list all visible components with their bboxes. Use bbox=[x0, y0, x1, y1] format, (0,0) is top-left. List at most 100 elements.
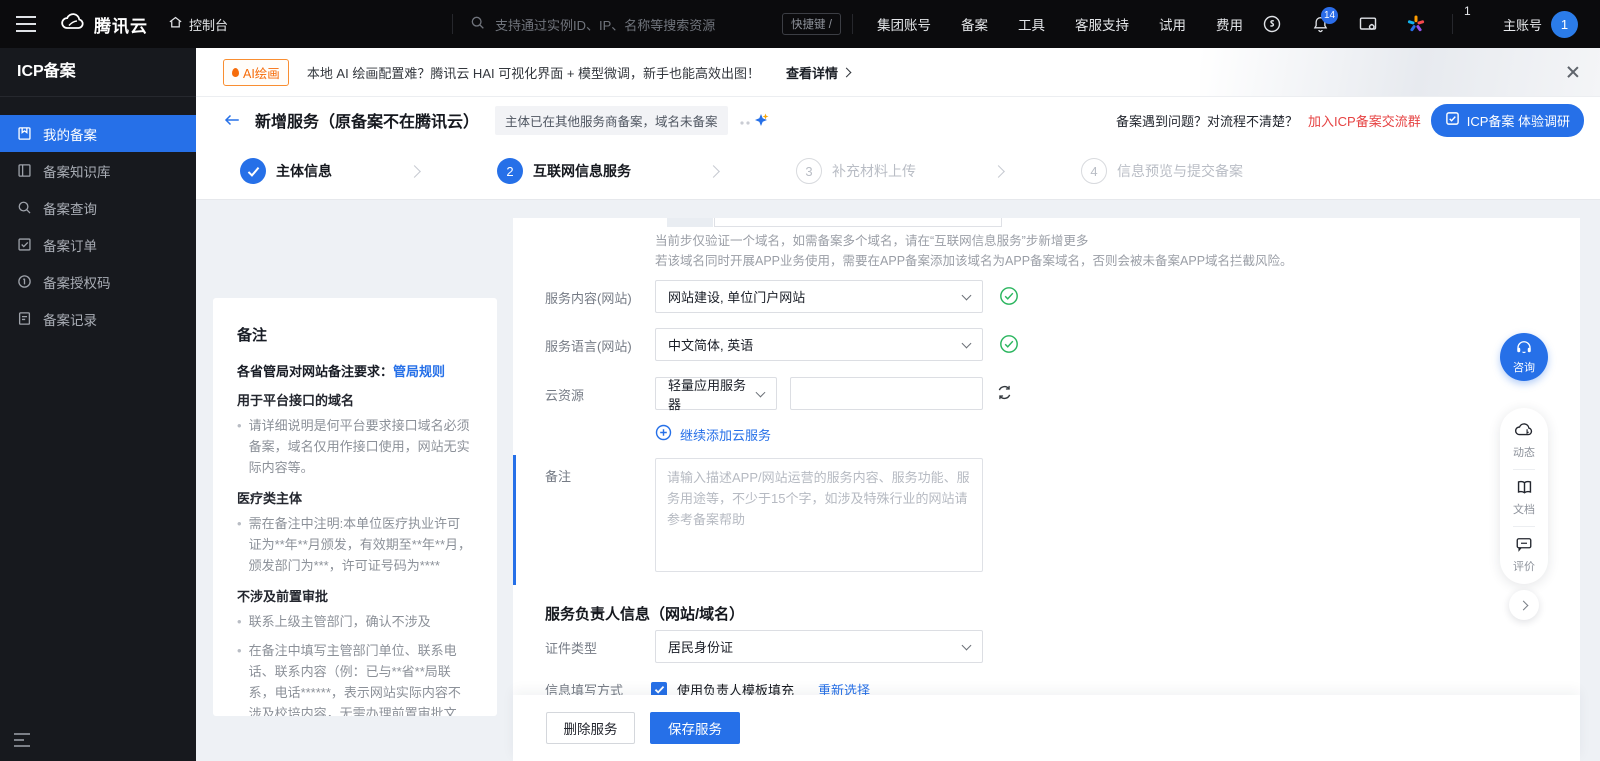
sidebar-item-auth-code[interactable]: 备案授权码 bbox=[0, 263, 196, 300]
chevron-down-icon bbox=[961, 338, 972, 348]
checked-list-icon bbox=[18, 238, 31, 251]
float-item-label: 文档 bbox=[1513, 504, 1535, 516]
remark-textarea[interactable] bbox=[655, 458, 983, 572]
divider bbox=[452, 14, 453, 34]
sparkle-icon[interactable] bbox=[738, 111, 772, 129]
menu-tools[interactable]: 工具 bbox=[1003, 14, 1060, 34]
active-row-accent bbox=[513, 455, 516, 585]
float-item-feedback[interactable]: 评价 bbox=[1513, 536, 1535, 574]
sidebar-item-label: 我的备案 bbox=[43, 127, 97, 143]
form-footer: 删除服务 保存服务 bbox=[513, 695, 1580, 761]
cert-type-label: 证件类型 bbox=[545, 641, 598, 656]
sidebar-item-knowledge-base[interactable]: 备案知识库 bbox=[0, 152, 196, 189]
domain-tips: 当前步仅验证一个域名，如需备案多个域名，请在“互联网信息服务”步新增更多 若该域… bbox=[655, 231, 1293, 271]
sidebar-item-my-filings[interactable]: 我的备案 bbox=[0, 115, 196, 152]
hamburger-menu-icon[interactable] bbox=[14, 0, 38, 48]
notes-heading-medical: 医疗类主体 bbox=[237, 491, 303, 507]
template-checkbox[interactable] bbox=[651, 681, 667, 695]
cert-type-select[interactable]: 居民身份证 bbox=[655, 630, 983, 663]
step-label: 互联网信息服务 bbox=[533, 163, 631, 179]
menu-icp[interactable]: 备案 bbox=[946, 14, 1003, 34]
banner-close-icon[interactable] bbox=[1566, 65, 1580, 79]
valid-check-icon bbox=[999, 286, 1019, 311]
search-icon bbox=[470, 15, 486, 34]
search-placeholder: 支持通过实例ID、IP、名称等搜索资源 bbox=[495, 17, 716, 33]
service-language-value: 中文简体, 英语 bbox=[668, 338, 754, 353]
refresh-icon[interactable] bbox=[995, 383, 1014, 407]
service-language-label: 服务语言(网站) bbox=[545, 339, 632, 354]
account-label[interactable]: 主账号 bbox=[1503, 0, 1542, 48]
ai-assistant-pinwheel-icon[interactable] bbox=[1406, 14, 1426, 34]
service-language-select[interactable]: 中文简体, 英语 bbox=[655, 328, 983, 361]
filing-type-badge: 主体已在其他服务商备案，域名未备案 bbox=[495, 105, 728, 135]
sidebar-item-filing-orders[interactable]: 备案订单 bbox=[0, 226, 196, 263]
step-separator-icon bbox=[408, 164, 421, 178]
delete-service-button[interactable]: 删除服务 bbox=[546, 712, 635, 744]
corner-count: 1 bbox=[1464, 4, 1471, 18]
divider bbox=[1452, 14, 1453, 34]
menu-trial[interactable]: 试用 bbox=[1144, 14, 1201, 34]
bell-badge: 14 bbox=[1321, 7, 1339, 24]
global-search[interactable]: 支持通过实例ID、IP、名称等搜索资源 bbox=[470, 0, 715, 48]
menu-group-account[interactable]: 集团账号 bbox=[862, 14, 946, 34]
service-content-select[interactable]: 网站建设, 单位门户网站 bbox=[655, 280, 983, 313]
menu-billing[interactable]: 费用 bbox=[1201, 14, 1258, 34]
menu-support[interactable]: 客服支持 bbox=[1060, 14, 1144, 34]
avatar[interactable]: 1 bbox=[1551, 11, 1578, 38]
save-service-button[interactable]: 保存服务 bbox=[650, 712, 740, 744]
ai-paint-tag: AI绘画 bbox=[223, 58, 289, 86]
chevron-down-icon bbox=[961, 640, 972, 650]
bureau-rules-link[interactable]: 管局规则 bbox=[393, 364, 445, 379]
topbar: 腾讯云 控制台 支持通过实例ID、IP、名称等搜索资源 快捷键 / 集团账号 备… bbox=[0, 0, 1600, 48]
shortcut-chip[interactable]: 快捷键 / bbox=[782, 13, 841, 35]
join-group-link[interactable]: 加入ICP备案交流群 bbox=[1308, 111, 1421, 130]
notes-intro: 各省管局对网站备注要求：管局规则 bbox=[237, 361, 473, 380]
headset-icon bbox=[1515, 339, 1533, 358]
document-lines-icon bbox=[18, 312, 31, 325]
cloud-resource-input[interactable] bbox=[790, 377, 983, 410]
remark-label: 备注 bbox=[545, 469, 572, 484]
open-book-icon bbox=[1515, 479, 1534, 498]
reselect-link[interactable]: 重新选择 bbox=[818, 680, 870, 695]
notes-panel: 备注 各省管局对网站备注要求：管局规则 用于平台接口的域名 • 请详细说明是何平台… bbox=[213, 298, 497, 716]
notes-bullet-text: 请详细说明是何平台要求接口域名必须备案，域名仅用作接口使用，网站无实际内容等。 bbox=[248, 418, 470, 476]
float-item-updates[interactable]: 动态 bbox=[1513, 422, 1535, 460]
sidebar-item-filing-records[interactable]: 备案记录 bbox=[0, 300, 196, 337]
console-link[interactable]: 控制台 bbox=[168, 0, 228, 48]
page-header: 新增服务（原备案不在腾讯云） 主体已在其他服务商备案，域名未备案 备案遇到问题？… bbox=[196, 97, 1600, 143]
cloud-updates-icon bbox=[1514, 422, 1534, 441]
consult-button[interactable]: 咨询 bbox=[1500, 333, 1548, 381]
back-arrow-button[interactable] bbox=[223, 112, 241, 128]
notification-bell-icon[interactable]: 14 bbox=[1310, 7, 1339, 34]
sidebar: ICP备案 我的备案 备案知识库 备案查询 备案订单 备案授权码 备案记录 bbox=[0, 48, 196, 761]
cloud-resource-type-select[interactable]: 轻量应用服务器 bbox=[655, 377, 777, 412]
tencent-cloud-logo[interactable]: 腾讯云 bbox=[60, 0, 148, 48]
notes-bullet: • 需在备注中注明:本单位医疗执业许可证为**年**月颁发，有效期至**年**月，… bbox=[237, 513, 473, 576]
float-collapse-button[interactable] bbox=[1509, 590, 1539, 620]
banner-detail-link[interactable]: 查看详情 bbox=[786, 63, 852, 82]
topbar-menu: 集团账号 备案 工具 客服支持 试用 费用 bbox=[862, 0, 1258, 48]
chevron-down-icon bbox=[961, 290, 972, 300]
float-item-docs[interactable]: 文档 bbox=[1513, 479, 1535, 517]
sidebar-menu: 我的备案 备案知识库 备案查询 备案订单 备案授权码 备案记录 bbox=[0, 115, 196, 337]
chevron-right-icon bbox=[1518, 600, 1528, 610]
service-form-panel: 当前步仅验证一个域名，如需备案多个域名，请在“互联网信息服务”步新增更多 若该域… bbox=[513, 218, 1580, 695]
plus-circle-icon bbox=[655, 424, 672, 444]
flame-icon bbox=[232, 67, 239, 77]
sidebar-collapse-icon[interactable] bbox=[14, 733, 30, 747]
step-separator-icon bbox=[992, 164, 1005, 178]
sidebar-item-label: 备案查询 bbox=[43, 201, 97, 217]
workorder-icon[interactable] bbox=[1262, 14, 1282, 34]
add-cloud-service-link[interactable]: 继续添加云服务 bbox=[655, 424, 771, 444]
magnifier-icon bbox=[18, 201, 31, 214]
sidebar-item-filing-query[interactable]: 备案查询 bbox=[0, 189, 196, 226]
bullet-dot: • bbox=[237, 643, 242, 659]
tip-line-1: 当前步仅验证一个域名，如需备案多个域名，请在“互联网信息服务”步新增更多 bbox=[655, 234, 1089, 248]
sidebar-item-label: 备案授权码 bbox=[43, 275, 111, 291]
console-settings-icon[interactable] bbox=[1358, 14, 1378, 34]
banner-link-label: 查看详情 bbox=[786, 65, 839, 81]
survey-button[interactable]: ICP备案 体验调研 bbox=[1430, 103, 1584, 137]
clipped-input-remnant bbox=[714, 218, 1002, 227]
notes-bullet-text: 需在备注中注明:本单位医疗执业许可证为**年**月颁发，有效期至**年**月，颁… bbox=[248, 516, 472, 574]
fill-mode-row: 信息填写方式 使用负责人模板填充 重新选择 bbox=[545, 680, 870, 695]
